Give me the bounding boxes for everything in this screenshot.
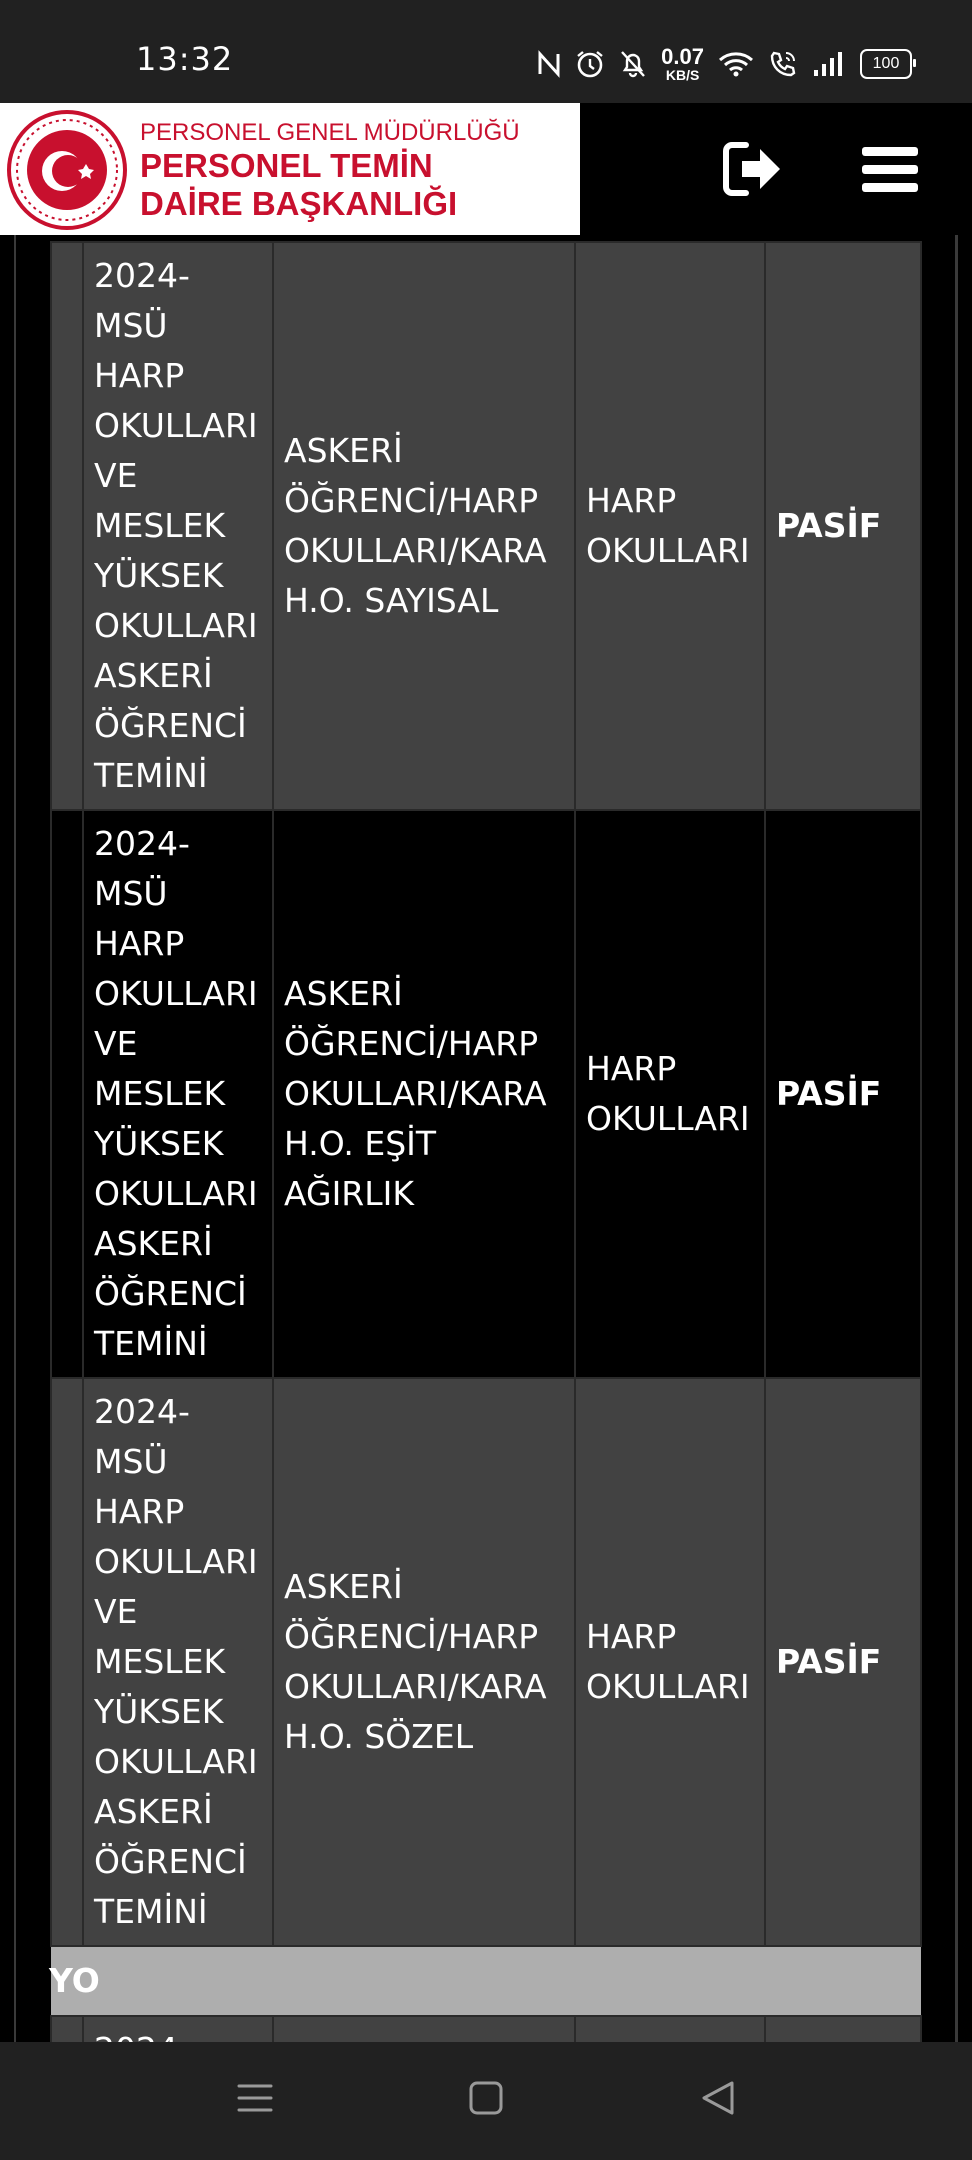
alarm-icon [577,51,603,78]
net-speed-unit: KB/S [665,67,700,83]
back-icon[interactable] [700,2080,736,2116]
cell-category: ASKERİ ÖĞRENCİ/HARP OKULLARI/KARA H.O. S… [272,1377,576,1947]
home-icon[interactable] [468,2080,504,2116]
logo-line-2: PERSONEL TEMİN [140,147,433,184]
cell-name: 2024-MSÜ HARP OKULLARI VE MESLEK YÜKSEK … [82,809,274,1379]
volte-call-icon [770,51,796,77]
row-marker [50,241,84,811]
signal-icon [814,52,842,76]
logo[interactable]: PERSONEL GENEL MÜDÜRLÜĞÜ PERSONEL TEMİN … [0,103,580,235]
net-speed-value: 0.07 [661,44,704,69]
status-badge: PASİF [764,809,922,1379]
cell-type: HARP OKULLARI [574,1377,766,1947]
table-row[interactable]: 2024-MSÜ HARP OKULLARI VE MESLEK YÜKSEK … [50,809,922,1379]
cell-type: HARP OKULLARI [574,809,766,1379]
status-icons: 0.07 KB/S 100 [537,44,916,84]
status-time: 13:32 [136,40,234,78]
section-header-row: YO [49,1946,921,2016]
cell-name: 2024-MSÜ HARP OKULLARI VE MESLEK YÜKSEK … [82,1377,274,1947]
status-bar: 13:32 0.07 KB/S 100 [0,0,972,103]
scroll-rail-left [14,235,16,2042]
cell-type [574,2015,766,2042]
row-marker [50,809,84,1379]
section-label: YO [49,1961,100,2000]
logo-line-3: DAİRE BAŞKANLIĞI [140,185,458,222]
section-header: YO [49,1946,921,2016]
status-badge: PASİF [764,1377,922,1947]
nfc-icon [538,50,560,78]
logout-icon[interactable] [722,141,784,197]
table-row[interactable]: 2024- [50,2015,922,2042]
seal-emblem-icon [7,110,127,230]
cell-name: 2024-MSÜ HARP OKULLARI VE MESLEK YÜKSEK … [82,241,274,811]
net-speed: 0.07 KB/S [661,44,704,83]
announcements-table: 2024-MSÜ HARP OKULLARI VE MESLEK YÜKSEK … [49,241,922,2042]
logo-text: PERSONEL GENEL MÜDÜRLÜĞÜ PERSONEL TEMİN … [140,119,520,223]
cell-type: HARP OKULLARI [574,241,766,811]
system-nav-bar [0,2042,972,2160]
battery-icon: 100 [860,49,916,79]
cell-name: 2024- [82,2015,274,2042]
scroll-rail-right [955,235,958,2042]
cell-status [764,2015,922,2042]
recent-apps-icon[interactable] [236,2080,274,2116]
status-badge: PASİF [764,241,922,811]
row-marker [50,2015,84,2042]
site-header: PERSONEL GENEL MÜDÜRLÜĞÜ PERSONEL TEMİN … [0,103,972,235]
table-row[interactable]: 2024-MSÜ HARP OKULLARI VE MESLEK YÜKSEK … [50,1377,922,1947]
results-table-area[interactable]: 2024-MSÜ HARP OKULLARI VE MESLEK YÜKSEK … [0,235,972,2042]
cell-category: ASKERİ ÖĞRENCİ/HARP OKULLARI/KARA H.O. E… [272,809,576,1379]
table-row[interactable]: 2024-MSÜ HARP OKULLARI VE MESLEK YÜKSEK … [50,241,922,811]
logo-line-1: PERSONEL GENEL MÜDÜRLÜĞÜ [140,119,520,146]
hamburger-menu-icon[interactable] [860,145,920,195]
mute-bell-icon [621,51,646,78]
wifi-icon [719,52,753,77]
row-marker [50,1377,84,1947]
cell-category: ASKERİ ÖĞRENCİ/HARP OKULLARI/KARA H.O. S… [272,241,576,811]
cell-category [272,2015,576,2042]
